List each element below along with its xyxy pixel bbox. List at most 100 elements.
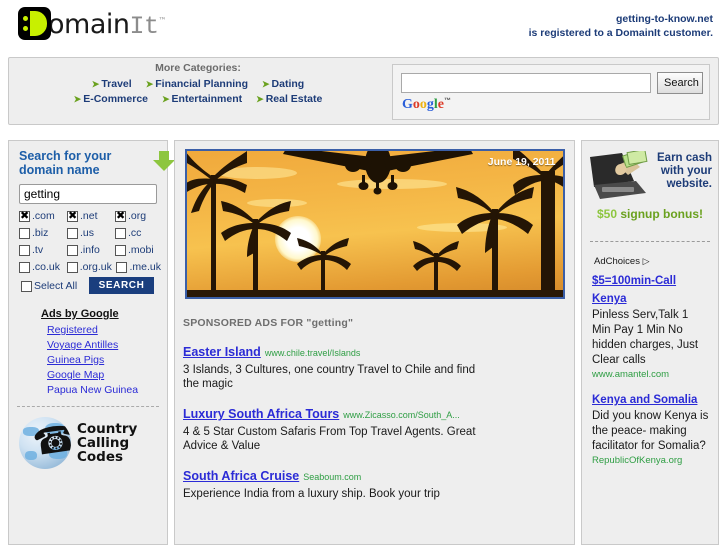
checkbox-cc[interactable] (115, 227, 126, 239)
tld-option-com[interactable]: .com (19, 209, 67, 222)
tld-row: .co.uk .org.uk .me.uk (19, 261, 161, 273)
registered-domain-name: getting-to-know.net (615, 13, 713, 25)
palm-tree-icon (220, 201, 291, 297)
tld-label: .us (80, 227, 95, 239)
checkbox-net[interactable] (67, 209, 78, 222)
checkbox-info[interactable] (67, 244, 78, 256)
checkbox-us[interactable] (67, 227, 78, 239)
tld-option-us[interactable]: .us (67, 227, 115, 239)
bullet-icon: ➤ (256, 94, 264, 104)
tld-option-me-uk[interactable]: .me.uk (116, 261, 161, 273)
tld-label: .info (80, 244, 100, 256)
tld-option-mobi[interactable]: .mobi (115, 244, 154, 256)
country-calling-codes-text: Country Calling Codes (77, 422, 137, 464)
phone-handset-icon: ☎ (30, 417, 71, 465)
ads-by-google-link-registered[interactable]: Registered (47, 324, 167, 336)
right-ad-title[interactable]: Kenya and Somalia (592, 394, 697, 406)
bullet-icon: ➤ (145, 79, 154, 89)
country-calling-codes-banner[interactable]: ☎ Country Calling Codes (19, 417, 167, 469)
adchoices-text: AdChoices (594, 256, 640, 267)
more-categories-title: More Categories: (155, 62, 241, 74)
sponsored-ad-title[interactable]: South Africa Cruise (183, 469, 299, 483)
domain-search-button[interactable]: SEARCH (89, 277, 154, 294)
right-ad-url: RepublicOfKenya.org (592, 455, 683, 466)
category-link-travel[interactable]: ➤ Travel (92, 78, 132, 90)
tld-option-info[interactable]: .info (67, 244, 115, 256)
domainit-logo[interactable]: omainIt™ (18, 7, 170, 41)
tld-option-biz[interactable]: .biz (19, 227, 67, 239)
top-bar: More Categories: ➤ Travel ➤ Financial Plan… (8, 57, 719, 125)
google-logo-o1: o (412, 97, 420, 112)
ads-by-google-link-voyage-antilles[interactable]: Voyage Antilles (47, 339, 167, 351)
logo-trademark: ™ (158, 16, 167, 25)
ads-by-google-link-google-map[interactable]: Google Map (47, 369, 167, 381)
google-search-input[interactable] (401, 73, 651, 93)
sponsored-ad-title[interactable]: Easter Island (183, 345, 261, 359)
category-link-entertainment[interactable]: ➤ Entertainment (162, 93, 242, 105)
sponsored-ad-description: 4 & 5 Star Custom Safaris From Top Trave… (183, 426, 476, 452)
checkbox-me-uk[interactable] (116, 261, 128, 273)
tld-option-org[interactable]: .org (115, 209, 146, 222)
adchoices-arrow-icon: ▷ (642, 256, 650, 266)
bullet-icon: ➤ (162, 94, 170, 104)
sponsored-ad-url: www.chile.travel/Islands (264, 348, 361, 358)
tld-row: .biz .us .cc (19, 227, 161, 239)
google-logo-o2: o (419, 97, 427, 112)
tld-option-cc[interactable]: .cc (115, 227, 141, 239)
tld-label: .org.uk (79, 261, 112, 273)
earn-cash-banner[interactable]: Earn cash with your website. $50 signup … (588, 147, 712, 239)
category-link-real-estate[interactable]: ➤ Real Estate (256, 93, 322, 105)
registration-notice: getting-to-know.net is registered to a D… (529, 12, 713, 40)
checkbox-tv[interactable] (19, 244, 30, 256)
category-link-e-commerce[interactable]: ➤ E-Commerce (74, 93, 148, 105)
checkbox-com[interactable] (19, 209, 30, 222)
checkbox-mobi[interactable] (115, 244, 126, 256)
laptop-cash-hand-icon (590, 151, 648, 199)
tld-option-co-uk[interactable]: .co.uk (19, 261, 67, 273)
checkbox-biz[interactable] (19, 227, 30, 239)
domain-search-title-line1: Search for your (19, 149, 112, 163)
sponsored-ad-item: South Africa Cruise Seaboum.com Experienc… (183, 467, 574, 501)
sponsored-ad-item: Luxury South Africa Tours www.Zicasso.com… (183, 405, 574, 453)
checkbox-org[interactable] (115, 209, 126, 222)
earn-cash-line-3: website. (666, 178, 712, 190)
domain-name-input[interactable] (19, 184, 157, 204)
domain-search-title: Search for your domain name (9, 141, 124, 177)
more-categories: More Categories: ➤ Travel ➤ Financial Plan… (9, 62, 387, 108)
google-logo-g2: g (426, 97, 434, 112)
tld-label: .biz (32, 227, 49, 239)
category-row-2: ➤ E-Commerce ➤ Entertainment ➤ Real Estate (9, 93, 387, 105)
tld-row: .com .net .org (19, 209, 161, 222)
right-ad-title[interactable]: $5=100min-Call Kenya (592, 275, 676, 305)
checkbox-org-uk[interactable] (66, 261, 78, 273)
right-ad-url: www.amantel.com (592, 369, 670, 380)
page-header: omainIt™ getting-to-know.net is register… (0, 0, 727, 55)
adchoices-label[interactable]: AdChoices ▷ (594, 256, 718, 267)
sponsored-ad-title[interactable]: Luxury South Africa Tours (183, 407, 339, 421)
category-link-financial-planning[interactable]: ➤ Financial Planning (146, 78, 248, 90)
google-logo: Google™ (402, 97, 451, 113)
ads-by-google-link-guinea-pigs[interactable]: Guinea Pigs (47, 354, 167, 366)
ads-by-google-link-papua-new-guinea[interactable]: Papua New Guinea (47, 384, 167, 396)
tld-option-tv[interactable]: .tv (19, 244, 67, 256)
hero-date: June 19, 2011 (487, 156, 556, 168)
bullet-icon: ➤ (73, 94, 82, 104)
left-sidebar: Search for your domain name .com .net .o… (8, 140, 175, 545)
checkbox-select-all[interactable] (21, 280, 32, 292)
category-link-dating[interactable]: ➤ Dating (262, 78, 304, 90)
right-ad-item: Kenya and Somalia Did you know Kenya is … (592, 390, 710, 466)
tld-checkbox-grid: .com .net .org .biz .us .cc .tv .info .m… (19, 209, 161, 273)
google-search-button[interactable]: Search (657, 72, 703, 94)
checkbox-co-uk[interactable] (19, 261, 30, 273)
sponsored-ad-description: Experience India from a luxury ship. Boo… (183, 488, 440, 500)
earn-cash-line-2: with your (660, 165, 712, 177)
tld-label: .net (80, 210, 98, 222)
category-label: Travel (101, 78, 132, 90)
select-all-row[interactable]: Select All SEARCH (21, 277, 167, 294)
ccc-line-3: Codes (77, 449, 124, 465)
tld-option-org-uk[interactable]: .org.uk (66, 261, 117, 273)
tld-label: .com (32, 210, 55, 222)
tld-label: .co.uk (32, 261, 61, 273)
logo-mark-icon (18, 7, 51, 40)
tld-option-net[interactable]: .net (67, 209, 115, 222)
